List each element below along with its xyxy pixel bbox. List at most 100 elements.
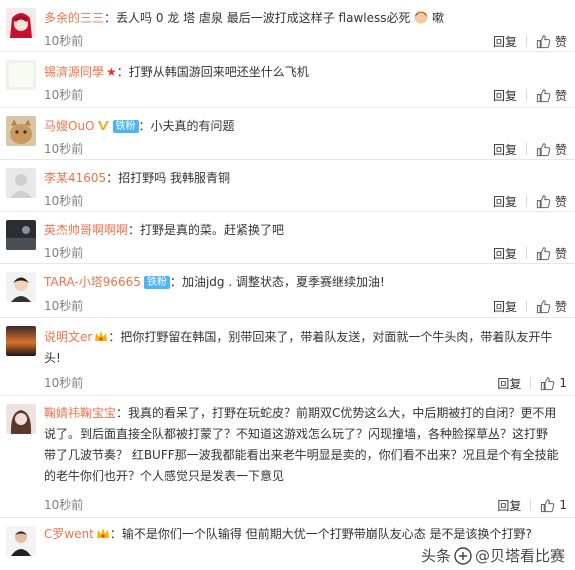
comment-text: 招打野吗 我韩服青铜 (118, 171, 231, 185)
like-label: 赞 (554, 142, 567, 157)
comment-actions: 回复 赞 (493, 193, 567, 209)
divider (525, 35, 527, 47)
comment-text: 加油jdg . 调整状态，夏季赛继续加油! (181, 275, 385, 289)
comment-feed: 多余的三三：丢人吗 0 龙 塔 虐泉 最后一波打成这样子 flawless必死 … (0, 0, 575, 570)
watermark-logo-icon (454, 546, 472, 565)
comment-actions: 回复 1 (497, 375, 567, 391)
comment-text-line: 李某41605：招打野吗 我韩服青铜 (44, 171, 231, 185)
comment-actions: 回复 赞 (493, 33, 567, 49)
watermark: 头条 @贝塔看比赛 (421, 545, 565, 566)
timestamp: 10秒前 (44, 246, 84, 260)
avatar[interactable] (6, 272, 36, 302)
reply-button[interactable]: 回复 (493, 141, 517, 158)
like-button[interactable]: 1 (540, 376, 567, 391)
avatar[interactable] (6, 168, 36, 198)
comment-text-line: 鞠婧祎鞠宝宝：我真的看呆了，打野在玩蛇皮？前期双C优势这么大，中后期被打的自闭？… (44, 406, 559, 483)
timestamp: 10秒前 (44, 142, 84, 156)
reply-button[interactable]: 回复 (493, 245, 517, 262)
reply-button[interactable]: 回复 (493, 87, 517, 104)
username[interactable]: 多余的三三 (44, 11, 104, 25)
like-label: 赞 (554, 88, 567, 103)
comment-item: 鞠婧祎鞠宝宝：我真的看呆了，打野在玩蛇皮？前期双C优势这么大，中后期被打的自闭？… (0, 396, 575, 518)
avatar[interactable] (6, 60, 36, 90)
avatar[interactable] (6, 116, 36, 146)
comment-item: 说明文er ：把你打野留在韩国，别带回来了，带着队友送，对面就一个牛头肉，带着队友… (0, 318, 575, 396)
star-badge-icon: ★ (106, 65, 117, 79)
comment-item: 多余的三三：丢人吗 0 龙 塔 虐泉 最后一波打成这样子 flawless必死 … (0, 0, 575, 52)
watermark-prefix: 头条 (420, 547, 451, 565)
comment-text-line: C罗went ：输不是你们一个队输得 但前期大优一个打野带崩队友心态 是不是该换个… (44, 527, 532, 541)
divider (525, 195, 527, 207)
comment-text: 打野从韩国游回来吧还坐什么飞机 (128, 65, 309, 79)
like-button[interactable]: 赞 (536, 87, 567, 104)
comment-text-line: 说明文er ：把你打野留在韩国，别带回来了，带着队友送，对面就一个牛头肉，带着队友… (44, 330, 553, 365)
comment-text-line: 多余的三三：丢人吗 0 龙 塔 虐泉 最后一波打成这样子 flawless必死 … (44, 10, 445, 25)
reply-button[interactable]: 回复 (493, 33, 517, 50)
username[interactable]: 英杰帅哥啊啊啊 (44, 223, 128, 237)
fan-badge: 铁粉 (143, 276, 170, 289)
timestamp: 10秒前 (44, 299, 84, 313)
username[interactable]: 马嫂OuO (44, 119, 95, 133)
username[interactable]: 锡濟源同學 (44, 65, 104, 79)
timestamp: 10秒前 (44, 88, 84, 102)
username[interactable]: TARA-小塔96665 (44, 275, 141, 289)
comment-actions: 回复 赞 (493, 298, 567, 314)
verified-v-icon (97, 121, 109, 130)
timestamp: 10秒前 (44, 34, 84, 48)
crown-badge-icon (95, 331, 108, 341)
avatar[interactable] (6, 326, 36, 356)
reply-button[interactable]: 回复 (493, 298, 517, 315)
username[interactable]: 说明文er (44, 330, 92, 344)
comment-text-line: 马嫂OuO 铁粉 ：小夫真的有问题 (44, 119, 235, 133)
thumbs-up-icon (536, 194, 551, 208)
divider (525, 300, 527, 312)
reply-button[interactable]: 回复 (493, 193, 517, 210)
thumbs-up-icon (536, 88, 551, 102)
comment-text: 输不是你们一个队输得 但前期大优一个打野带崩队友心态 是不是该换个打野? (121, 527, 532, 541)
divider (525, 143, 527, 155)
reply-button[interactable]: 回复 (497, 375, 521, 392)
comment-item: 李某41605：招打野吗 我韩服青铜 10秒前 回复 赞 (0, 160, 575, 212)
timestamp: 10秒前 (44, 498, 84, 512)
like-count: 1 (559, 376, 567, 390)
comment-item: 锡濟源同學 ★：打野从韩国游回来吧还坐什么飞机 10秒前 回复 赞 (0, 52, 575, 108)
divider (525, 89, 527, 101)
comment-actions: 回复 赞 (493, 141, 567, 157)
avatar[interactable] (6, 220, 36, 250)
timestamp: 10秒前 (44, 376, 84, 390)
username[interactable]: C罗went (44, 527, 94, 541)
username[interactable]: 鞠婧祎鞠宝宝 (44, 406, 116, 420)
thumbs-up-icon (541, 498, 555, 512)
comment-text: 丢人吗 0 龙 塔 虐泉 最后一波打成这样子 flawless必死 (116, 11, 411, 25)
avatar[interactable] (6, 8, 36, 38)
comment-text-line: 锡濟源同學 ★：打野从韩国游回来吧还坐什么飞机 (44, 65, 309, 79)
like-button[interactable]: 赞 (536, 193, 567, 210)
like-button[interactable]: 赞 (536, 245, 567, 262)
comment-actions: 回复 赞 (493, 87, 567, 103)
like-button[interactable]: 1 (540, 498, 567, 513)
like-button[interactable]: 赞 (536, 141, 567, 158)
girl-emoji-icon (414, 10, 428, 24)
comment-item: 英杰帅哥啊啊啊：打野是真的菜。赶紧换了吧 10秒前 回复 赞 (0, 212, 575, 264)
like-label: 赞 (554, 246, 567, 261)
comment-text-line: 英杰帅哥啊啊啊：打野是真的菜。赶紧换了吧 (44, 223, 285, 237)
like-button[interactable]: 赞 (536, 33, 567, 50)
like-button[interactable]: 赞 (536, 298, 567, 315)
comment-item: TARA-小塔96665 铁粉 ：加油jdg . 调整状态，夏季赛继续加油! 10秒… (0, 264, 575, 318)
avatar[interactable] (6, 404, 36, 434)
thumbs-up-icon (536, 142, 551, 156)
username[interactable]: 李某41605 (44, 171, 106, 185)
comment-text: 打野是真的菜。赶紧换了吧 (140, 223, 285, 237)
like-label: 赞 (554, 299, 567, 314)
comment-actions: 回复 赞 (493, 245, 567, 261)
like-label: 赞 (554, 194, 567, 209)
timestamp: 10秒前 (44, 194, 84, 208)
thumbs-up-icon (536, 34, 551, 48)
comment-text-tail: 嗽 (432, 11, 445, 25)
like-count: 1 (559, 498, 567, 512)
reply-button[interactable]: 回复 (497, 497, 521, 514)
divider (525, 247, 527, 259)
avatar[interactable] (6, 526, 36, 556)
like-label: 赞 (554, 34, 567, 49)
comment-text: 小夫真的有问题 (150, 119, 235, 133)
